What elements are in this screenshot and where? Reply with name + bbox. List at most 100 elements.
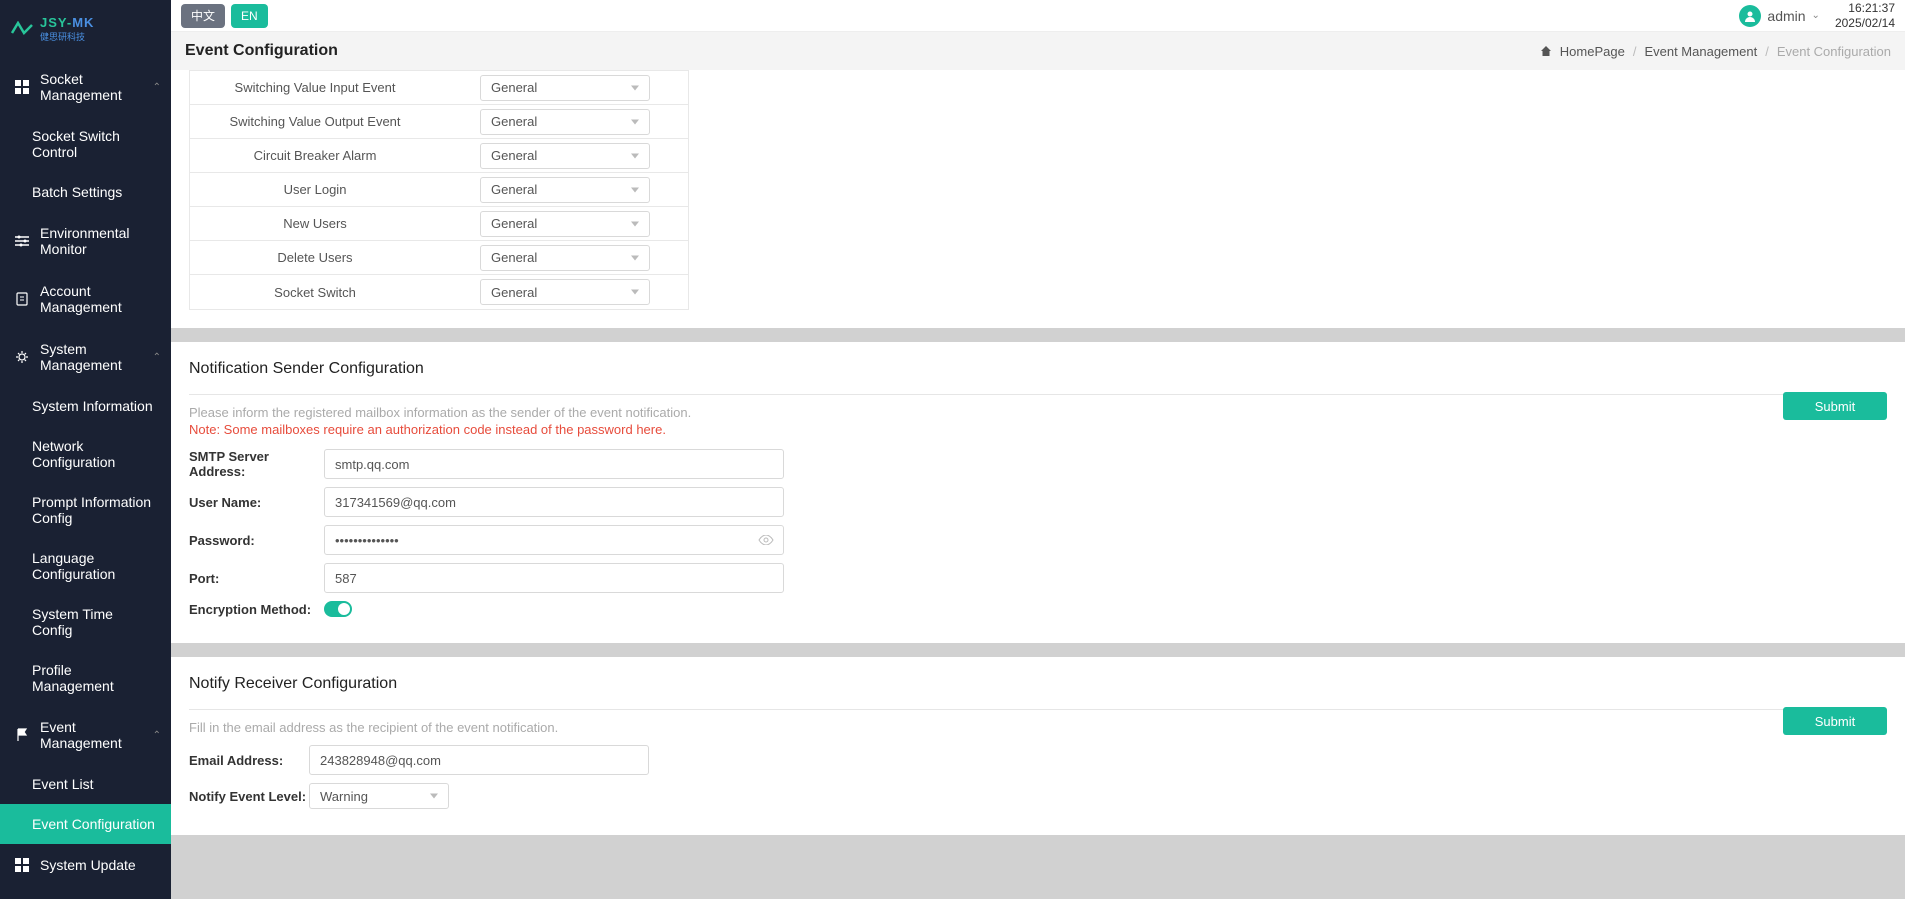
event-level-select[interactable]: General — [480, 109, 650, 135]
sidebar-item-label: Account Management — [40, 283, 157, 315]
eye-icon[interactable] — [758, 535, 774, 545]
user-menu[interactable]: admin ⌄ — [1739, 5, 1820, 27]
username-label: User Name: — [189, 495, 324, 510]
logo-brand-jsy: JSY- — [40, 15, 72, 30]
chevron-down-icon: ⌄ — [1812, 10, 1820, 21]
chevron-up-icon: ⌃ — [153, 82, 161, 93]
event-level-select[interactable]: General — [480, 279, 650, 305]
port-label: Port: — [189, 571, 324, 586]
sidebar-item-label: Event Management — [40, 719, 157, 751]
event-row: User Login General — [190, 173, 688, 207]
sidebar-sub-event-list[interactable]: Event List — [0, 764, 171, 804]
password-input[interactable] — [324, 525, 784, 555]
breadcrumb: HomePage / Event Management / Event Conf… — [1540, 44, 1891, 59]
event-label: Switching Value Input Event — [190, 80, 440, 95]
chevron-up-icon: ⌃ — [153, 352, 161, 363]
event-label: Delete Users — [190, 250, 440, 265]
lang-zh-button[interactable]: 中文 — [181, 4, 225, 28]
sidebar-item-event-management[interactable]: Event Management ⌃ — [0, 706, 171, 764]
sidebar-item-label: System Management — [40, 341, 157, 373]
breadcrumb-home[interactable]: HomePage — [1560, 44, 1625, 59]
sidebar-item-label: Environmental Monitor — [40, 225, 157, 257]
chevron-up-icon: ⌃ — [153, 730, 161, 741]
event-row: Switching Value Output Event General — [190, 105, 688, 139]
smtp-label: SMTP Server Address: — [189, 449, 324, 479]
encryption-toggle[interactable] — [324, 601, 352, 617]
event-level-card: Switching Value Input Event General Swit… — [171, 70, 1905, 328]
event-row: Switching Value Input Event General — [190, 71, 688, 105]
sidebar-sub-system-time-config[interactable]: System Time Config — [0, 594, 171, 650]
sender-submit-button[interactable]: Submit — [1783, 392, 1887, 420]
sidebar-sub-batch-settings[interactable]: Batch Settings — [0, 172, 171, 212]
password-label: Password: — [189, 533, 324, 548]
event-level-select[interactable]: General — [480, 75, 650, 101]
sidebar-sub-network-configuration[interactable]: Network Configuration — [0, 426, 171, 482]
sidebar-sub-language-configuration[interactable]: Language Configuration — [0, 538, 171, 594]
event-table: Switching Value Input Event General Swit… — [189, 70, 689, 310]
event-label: Circuit Breaker Alarm — [190, 148, 440, 163]
event-level-select[interactable]: General — [480, 143, 650, 169]
receiver-hint: Fill in the email address as the recipie… — [189, 720, 1887, 735]
sidebar-sub-system-information[interactable]: System Information — [0, 386, 171, 426]
event-label: Switching Value Output Event — [190, 114, 440, 129]
port-input[interactable] — [324, 563, 784, 593]
sidebar-item-system-update[interactable]: System Update — [0, 844, 171, 886]
sidebar-item-environmental-monitor[interactable]: Environmental Monitor — [0, 212, 171, 270]
notify-level-select[interactable]: Warning — [309, 783, 449, 809]
sidebar-sub-socket-switch-control[interactable]: Socket Switch Control — [0, 116, 171, 172]
sidebar: JSY-MK 健思研科技 Socket Management ⌃ Socket … — [0, 0, 171, 899]
clipboard-icon — [14, 291, 30, 307]
event-level-select[interactable]: General — [480, 211, 650, 237]
user-name: admin — [1767, 8, 1805, 24]
sidebar-item-socket-management[interactable]: Socket Management ⌃ — [0, 58, 171, 116]
logo-icon — [10, 21, 34, 37]
grid-icon — [14, 857, 30, 873]
avatar-icon — [1739, 5, 1761, 27]
breadcrumb-event-management[interactable]: Event Management — [1644, 44, 1757, 59]
sender-note: Note: Some mailboxes require an authoriz… — [189, 422, 1887, 437]
encryption-label: Encryption Method: — [189, 602, 324, 617]
event-label: New Users — [190, 216, 440, 231]
event-row: New Users General — [190, 207, 688, 241]
date-label: 2025/02/14 — [1835, 16, 1895, 30]
event-level-select[interactable]: General — [480, 245, 650, 271]
logo-brand-mk: MK — [72, 15, 94, 30]
grid-icon — [14, 79, 30, 95]
sidebar-sub-prompt-information-config[interactable]: Prompt Information Config — [0, 482, 171, 538]
username-input[interactable] — [324, 487, 784, 517]
sidebar-item-system-management[interactable]: System Management ⌃ — [0, 328, 171, 386]
content: Switching Value Input Event General Swit… — [171, 70, 1905, 899]
receiver-config-card: Notify Receiver Configuration Submit Fil… — [171, 657, 1905, 835]
datetime: 16:21:37 2025/02/14 — [1835, 1, 1895, 30]
sidebar-sub-event-configuration[interactable]: Event Configuration — [0, 804, 171, 844]
sidebar-item-account-management[interactable]: Account Management — [0, 270, 171, 328]
sender-hint: Please inform the registered mailbox inf… — [189, 405, 1887, 420]
sidebar-item-label: Socket Management — [40, 71, 157, 103]
gear-icon — [14, 349, 30, 365]
event-row: Socket Switch General — [190, 275, 688, 309]
sidebar-sub-profile-management[interactable]: Profile Management — [0, 650, 171, 706]
smtp-input[interactable] — [324, 449, 784, 479]
topbar: 中文 EN admin ⌄ 16:21:37 2025/02/14 — [171, 0, 1905, 32]
logo: JSY-MK 健思研科技 — [0, 0, 171, 58]
logo-subtitle: 健思研科技 — [40, 30, 94, 43]
time-label: 16:21:37 — [1835, 1, 1895, 15]
receiver-submit-button[interactable]: Submit — [1783, 707, 1887, 735]
sidebar-item-label: System Update — [40, 857, 136, 873]
page-title: Event Configuration — [185, 42, 338, 60]
receiver-card-title: Notify Receiver Configuration — [189, 675, 1887, 693]
main: 中文 EN admin ⌄ 16:21:37 2025/02/14 Event … — [171, 0, 1905, 899]
sliders-icon — [14, 233, 30, 249]
divider — [189, 709, 1887, 710]
divider — [189, 394, 1887, 395]
event-row: Circuit Breaker Alarm General — [190, 139, 688, 173]
titlebar: Event Configuration HomePage / Event Man… — [171, 32, 1905, 70]
email-input[interactable] — [309, 745, 649, 775]
breadcrumb-current: Event Configuration — [1777, 44, 1891, 59]
event-label: User Login — [190, 182, 440, 197]
sender-card-title: Notification Sender Configuration — [189, 360, 1887, 378]
event-level-select[interactable]: General — [480, 177, 650, 203]
email-label: Email Address: — [189, 753, 309, 768]
notify-level-label: Notify Event Level: — [189, 789, 309, 804]
lang-en-button[interactable]: EN — [231, 4, 268, 28]
